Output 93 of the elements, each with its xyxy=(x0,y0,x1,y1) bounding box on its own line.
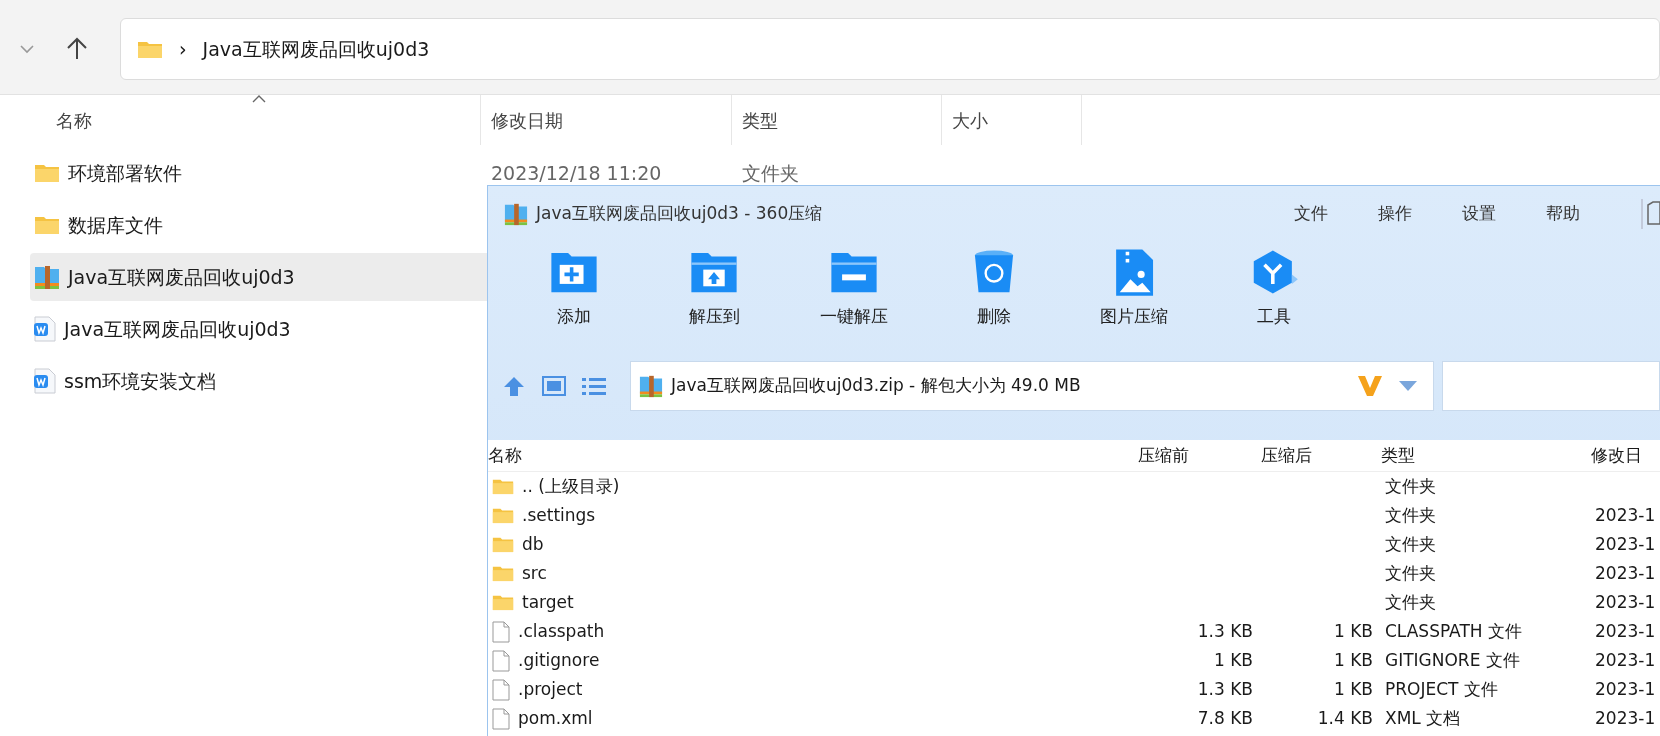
date-cell: 2023-1 xyxy=(1595,649,1656,670)
document-icon xyxy=(34,316,56,342)
file-row[interactable]: 数据库文件 xyxy=(30,201,490,249)
file-row[interactable]: ssm环境安装文档 xyxy=(30,357,490,405)
toolbar-button[interactable]: 删除 xyxy=(924,247,1064,331)
folder-icon xyxy=(492,507,514,524)
file-name: Java互联网废品回收uj0d3 xyxy=(64,316,291,342)
folder-icon xyxy=(34,215,60,235)
size-cell: 1.3 KB xyxy=(1197,678,1253,699)
menu-item[interactable]: 帮助 xyxy=(1546,200,1580,227)
date-cell: 2023-1 xyxy=(1595,707,1656,728)
archive-icon xyxy=(639,374,663,399)
file-icon xyxy=(492,678,510,701)
file-row[interactable]: 环境部署软件 2023/12/18 11:20 文件夹 xyxy=(30,149,1130,197)
type-cell: 文件夹 xyxy=(1385,591,1436,612)
type-cell: XML 文档 xyxy=(1385,707,1461,728)
menu-item[interactable]: 设置 xyxy=(1462,200,1496,227)
archive-icon xyxy=(504,201,528,226)
toolbar-button[interactable]: 工具 xyxy=(1204,247,1344,331)
toolbar-button[interactable]: 图片压缩 xyxy=(1064,247,1204,331)
size-cell: 1 KB xyxy=(1213,649,1253,670)
size-cell: 1 KB xyxy=(1333,620,1373,641)
file-name: 环境部署软件 xyxy=(68,160,182,186)
toolbar-button[interactable]: 解压到 xyxy=(644,247,784,331)
type-cell: 文件夹 xyxy=(1385,533,1436,554)
column-header[interactable]: 名称 xyxy=(488,442,1138,469)
file-name[interactable]: .settings xyxy=(522,502,596,529)
file-name[interactable]: db xyxy=(522,531,544,558)
folder-icon xyxy=(492,594,514,611)
file-icon xyxy=(492,707,510,730)
size-cell: 1 KB xyxy=(1333,678,1373,699)
v-logo-icon[interactable] xyxy=(1357,374,1383,398)
file-name[interactable]: .classpath xyxy=(518,618,605,645)
column-header[interactable]: 修改日期 xyxy=(481,95,732,145)
date-cell: 2023-1 xyxy=(1595,533,1656,554)
document-icon xyxy=(34,368,56,394)
date-cell: 2023-1 xyxy=(1595,678,1656,699)
file-name[interactable]: pom.xml xyxy=(518,705,593,732)
date-cell-text: 2023/12/18 11:20 xyxy=(490,160,663,186)
toolbar-button[interactable]: 一键解压 xyxy=(784,247,924,331)
breadcrumb-separator: › xyxy=(179,36,187,62)
column-header[interactable]: 名称 xyxy=(0,95,481,145)
type-cell: 文件夹 xyxy=(1385,562,1436,583)
folder-icon xyxy=(137,39,163,59)
column-header[interactable]: 压缩后 xyxy=(1261,442,1381,469)
folder-icon xyxy=(492,536,514,553)
size-cell: 1.3 KB xyxy=(1197,620,1253,641)
type-cell: 文件夹 xyxy=(1385,475,1436,496)
file-icon xyxy=(492,649,510,672)
column-header[interactable]: 类型 xyxy=(732,95,942,145)
folder-icon xyxy=(492,478,514,495)
sort-caret-icon xyxy=(252,95,266,103)
type-cell: 文件夹 xyxy=(1385,504,1436,525)
column-header[interactable]: 大小 xyxy=(942,95,1082,145)
type-cell: PROJECT 文件 xyxy=(1385,678,1498,699)
dropdown-arrow-icon[interactable] xyxy=(1399,381,1417,391)
window-title: Java互联网废品回收uj0d3 - 360压缩 xyxy=(536,201,823,225)
date-cell: 2023-1 xyxy=(1595,591,1656,612)
date-cell: 2023-1 xyxy=(1595,620,1656,641)
column-header[interactable]: 类型 xyxy=(1381,442,1591,469)
folder-icon xyxy=(34,163,60,183)
type-cell-text: 文件夹 xyxy=(741,160,800,186)
list-view-icon[interactable] xyxy=(582,376,606,396)
size-cell: 1 KB xyxy=(1333,649,1373,670)
menu-item[interactable]: 操作 xyxy=(1378,200,1412,227)
file-icon xyxy=(492,620,510,643)
file-name: 数据库文件 xyxy=(68,212,163,238)
archive-icon xyxy=(34,264,60,290)
date-cell: 2023-1 xyxy=(1595,504,1656,525)
column-header[interactable]: 压缩前 xyxy=(1138,442,1261,469)
file-name[interactable]: .project xyxy=(518,676,583,703)
column-header[interactable]: 修改日 xyxy=(1591,442,1660,469)
file-name[interactable]: src xyxy=(522,560,547,587)
file-name[interactable]: target xyxy=(522,589,574,616)
file-name: Java互联网废品回收uj0d3 xyxy=(68,264,295,290)
thumbnail-view-icon[interactable] xyxy=(542,376,566,396)
address-bar[interactable]: › Java互联网废品回收uj0d3 xyxy=(120,18,1660,80)
file-row[interactable]: Java互联网废品回收uj0d3 xyxy=(30,305,490,353)
file-name[interactable]: .gitignore xyxy=(518,647,600,674)
date-cell: 2023-1 xyxy=(1595,562,1656,583)
file-name[interactable]: .. (上级目录) xyxy=(522,473,620,500)
breadcrumb-folder[interactable]: Java互联网废品回收uj0d3 xyxy=(202,34,430,64)
size-cell: 1.4 KB xyxy=(1317,707,1373,728)
type-cell: GITIGNORE 文件 xyxy=(1385,649,1520,670)
menu-item[interactable]: 文件 xyxy=(1294,200,1328,227)
folder-icon xyxy=(492,565,514,582)
file-name: ssm环境安装文档 xyxy=(64,368,217,394)
type-cell: CLASSPATH 文件 xyxy=(1385,620,1522,641)
search-field[interactable] xyxy=(1442,361,1660,411)
chevron-down-icon[interactable] xyxy=(20,44,34,54)
archive-path-field[interactable]: Java互联网废品回收uj0d3.zip - 解包大小为 49.0 MB xyxy=(630,361,1434,411)
size-cell: 7.8 KB xyxy=(1197,707,1253,728)
up-arrow-icon[interactable] xyxy=(66,37,88,61)
